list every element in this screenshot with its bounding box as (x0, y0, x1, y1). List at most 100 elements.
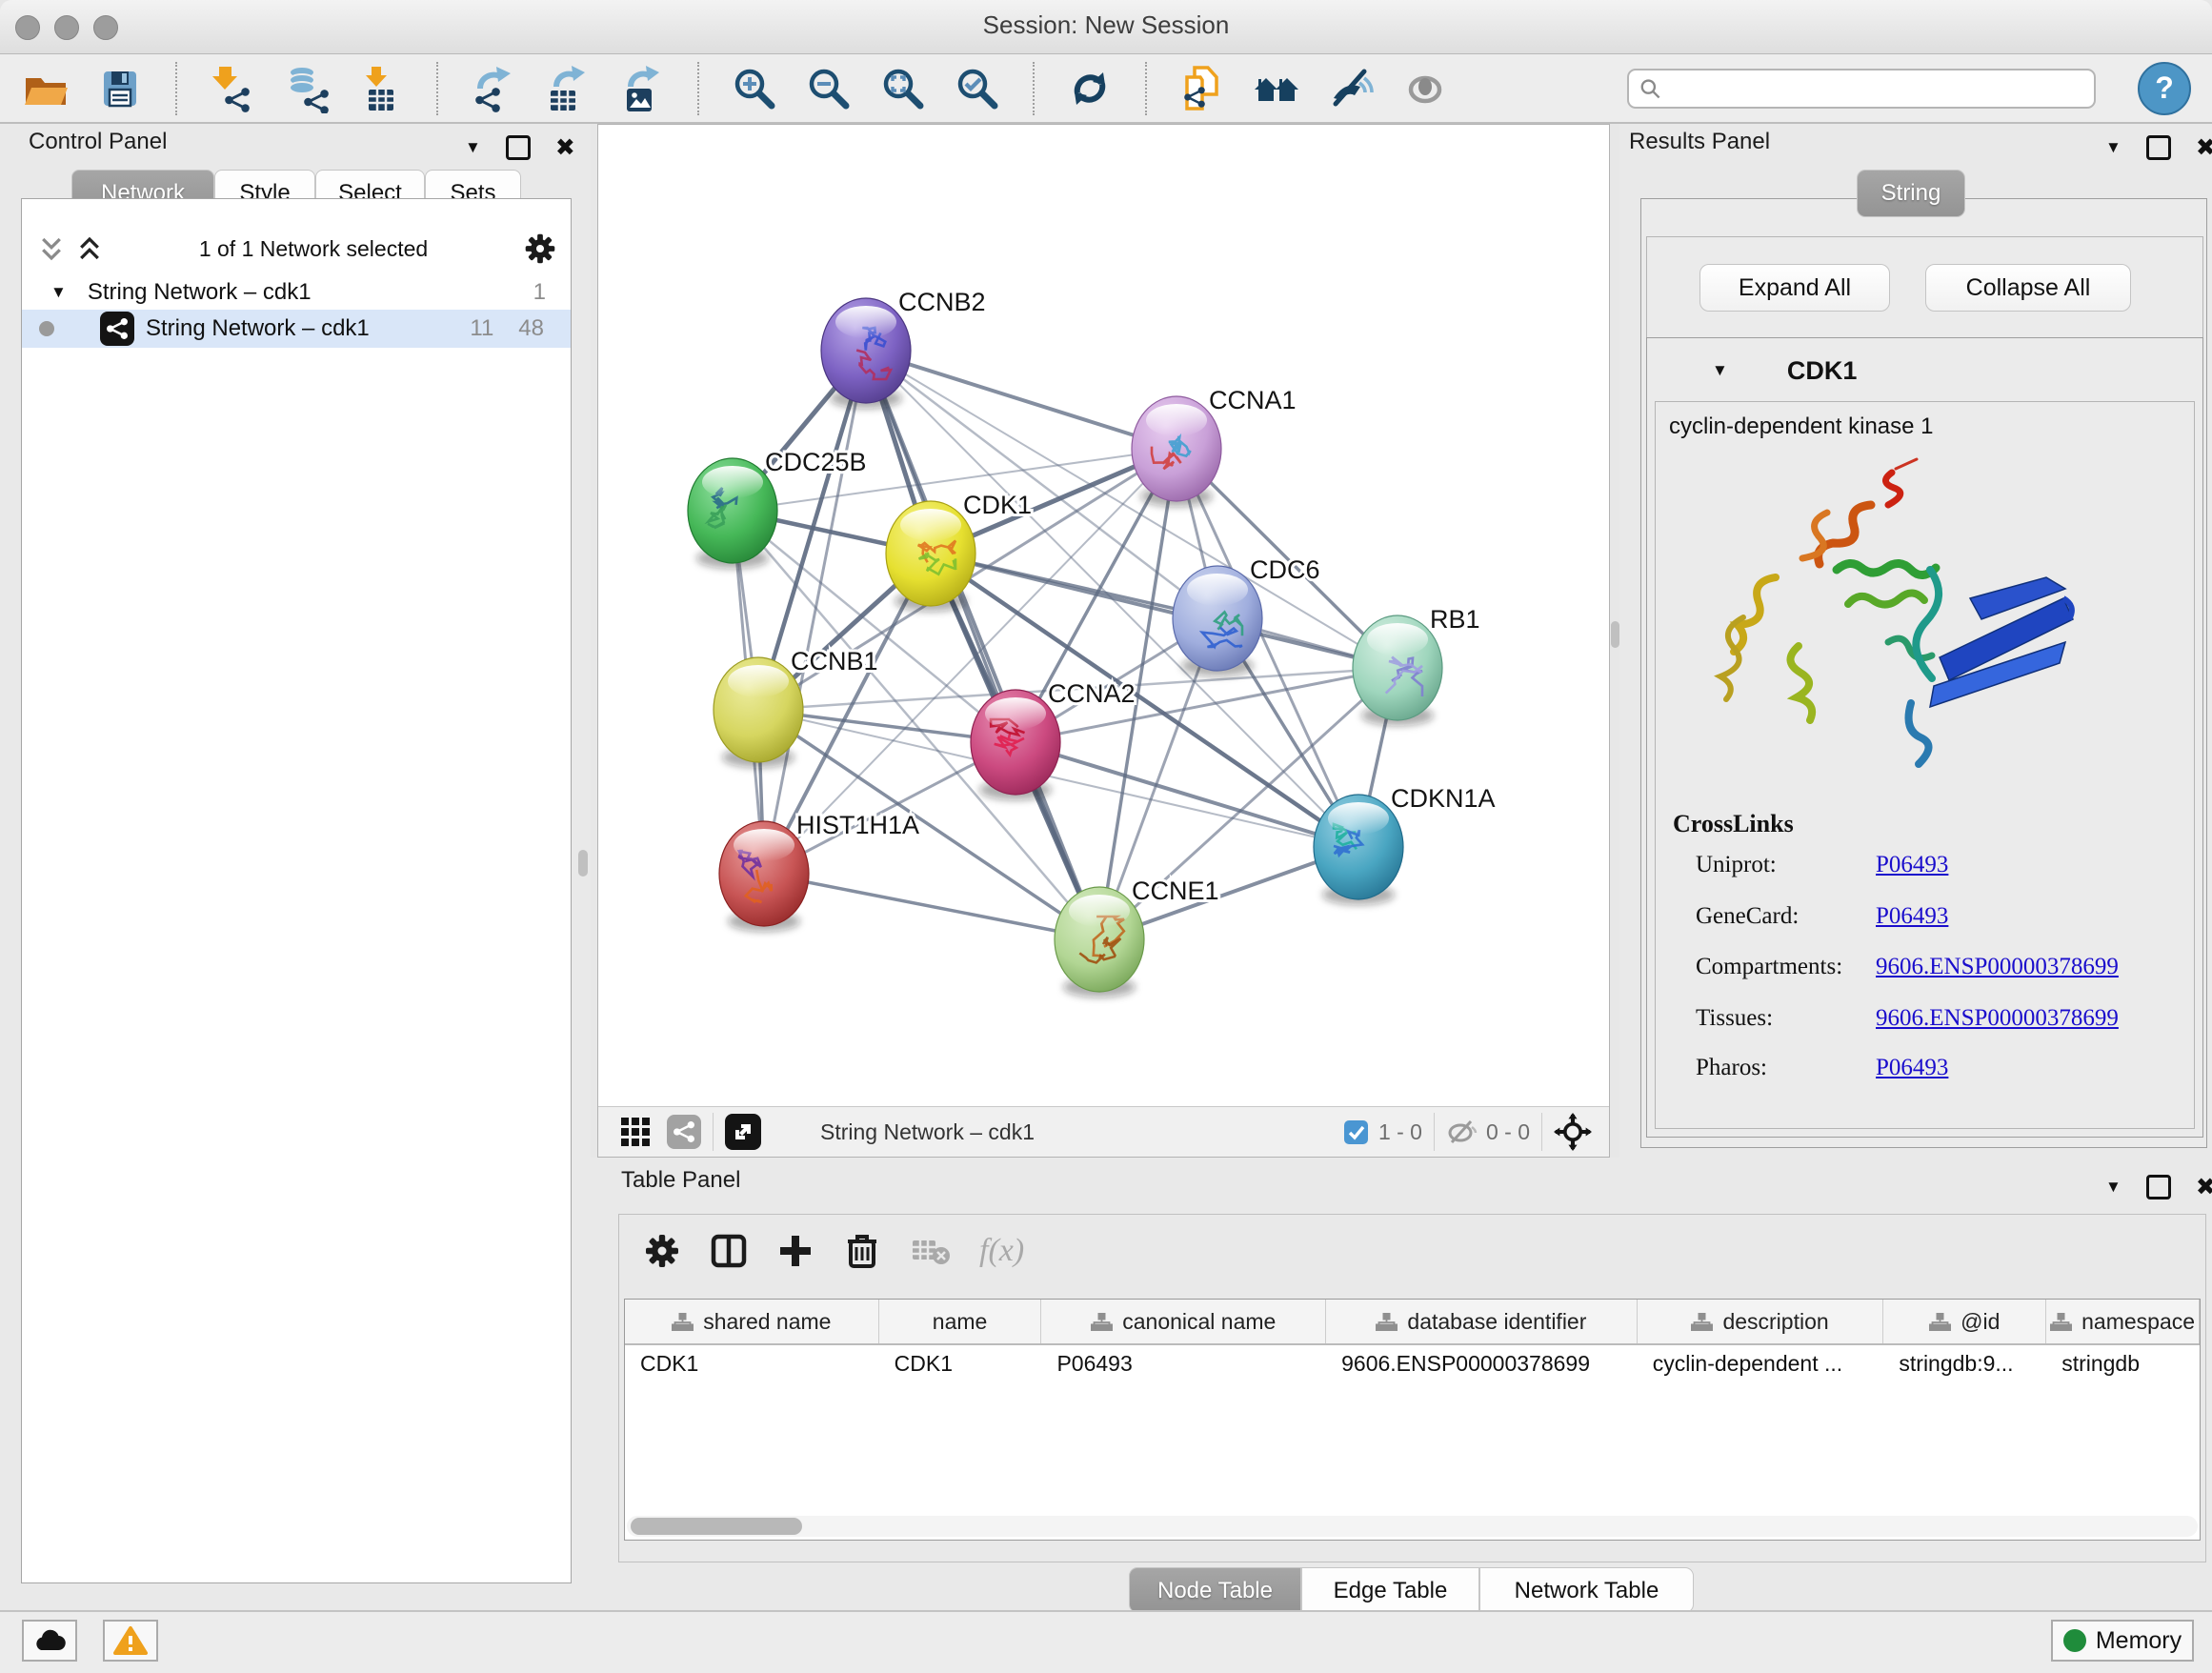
node-table[interactable]: shared namenamecanonical namedatabase id… (624, 1299, 2201, 1541)
table-cell[interactable]: cyclin-dependent ... (1638, 1345, 1884, 1381)
zoom-out-icon[interactable] (804, 64, 854, 113)
column-header-shared-name[interactable]: shared name (625, 1300, 879, 1343)
control-panel-title: Control Panel (29, 129, 167, 154)
panel-float-icon[interactable] (506, 135, 531, 160)
crosslink-link[interactable]: P06493 (1876, 852, 1948, 878)
collapse-arrow-icon[interactable]: ▼ (1712, 361, 1728, 380)
import-network-from-database-icon[interactable] (282, 64, 332, 113)
column-header-canonical-name[interactable]: canonical name (1041, 1300, 1326, 1343)
network-canvas[interactable]: CCNB2CCNA1CDC25BCDK1CDC6RB1CCNB1CCNA2CDK… (597, 124, 1610, 1158)
grid-view-icon[interactable] (619, 1116, 652, 1148)
results-panel: Results Panel ▼ ✖ String Expand All Coll… (1619, 124, 2212, 1158)
hidden-eye-icon[interactable] (1446, 1118, 1478, 1146)
panel-menu-icon[interactable]: ▼ (2105, 1178, 2122, 1197)
panel-close-icon[interactable]: ✖ (2196, 1178, 2212, 1197)
panel-menu-icon[interactable]: ▼ (2105, 138, 2122, 157)
panel-menu-icon[interactable]: ▼ (465, 138, 481, 157)
network-collection-row[interactable]: ▼ String Network – cdk1 1 (22, 275, 571, 310)
crosslink-link[interactable]: 9606.ENSP00000378699 (1876, 1005, 2119, 1032)
table-cell[interactable]: stringdb:9... (1883, 1345, 2046, 1381)
crosslinks-title: CrossLinks (1673, 810, 1794, 838)
network-row[interactable]: String Network – cdk1 11 48 (22, 310, 571, 348)
column-header-database-identifier[interactable]: database identifier (1326, 1300, 1638, 1343)
memory-button[interactable]: Memory (2051, 1620, 2194, 1662)
titlebar: Session: New Session (0, 0, 2212, 54)
export-network-icon[interactable] (469, 64, 518, 113)
crosslink-link[interactable]: P06493 (1876, 903, 1948, 930)
table-cell[interactable]: P06493 (1041, 1345, 1326, 1381)
open-session-icon[interactable] (21, 64, 70, 113)
tab-node-table[interactable]: Node Table (1129, 1567, 1301, 1613)
table-cell[interactable]: stringdb (2046, 1345, 2200, 1381)
zoom-selected-icon[interactable] (953, 64, 1002, 113)
scrollbar-thumb[interactable] (631, 1518, 802, 1535)
column-header-description[interactable]: description (1638, 1300, 1884, 1343)
panel-float-icon[interactable] (2146, 1175, 2171, 1199)
refresh-layout-icon[interactable] (1065, 64, 1115, 113)
node-table-box: f(x) shared namenamecanonical namedataba… (618, 1214, 2206, 1562)
panel-close-icon[interactable]: ✖ (2196, 138, 2212, 157)
hide-graphics-details-icon[interactable] (1326, 64, 1376, 113)
export-image-icon[interactable] (617, 64, 667, 113)
expand-all-button[interactable]: Expand All (1699, 264, 1890, 312)
show-columns-icon[interactable] (709, 1231, 749, 1271)
delete-column-icon[interactable] (842, 1231, 882, 1271)
delete-table-icon[interactable] (909, 1231, 953, 1271)
network-node-CDK1 (886, 501, 975, 606)
column-header--id[interactable]: @id (1883, 1300, 2046, 1343)
add-column-icon[interactable] (775, 1231, 815, 1271)
svg-text:CDC6: CDC6 (1250, 555, 1320, 584)
save-session-icon[interactable] (95, 64, 145, 113)
export-table-icon[interactable] (543, 64, 593, 113)
expand-all-icon[interactable] (37, 234, 66, 263)
share-document-icon[interactable] (1177, 64, 1227, 113)
function-builder-icon[interactable]: f(x) (979, 1233, 1024, 1269)
network-node-HIST1H1A (719, 821, 809, 926)
search-input[interactable] (1661, 74, 2084, 103)
splitter-handle[interactable] (578, 850, 588, 877)
zoom-in-icon[interactable] (730, 64, 779, 113)
detach-view-icon[interactable] (725, 1114, 761, 1150)
network-view-icon[interactable] (667, 1115, 701, 1149)
collapse-all-icon[interactable] (75, 234, 104, 263)
splitter-handle[interactable] (1611, 621, 1619, 648)
panel-close-icon[interactable]: ✖ (555, 138, 575, 157)
cloud-status-button[interactable] (22, 1620, 77, 1662)
tab-network-table[interactable]: Network Table (1479, 1567, 1694, 1613)
collapse-arrow-icon[interactable]: ▼ (50, 283, 67, 302)
table-cell[interactable]: CDK1 (879, 1345, 1042, 1381)
gear-icon[interactable] (523, 232, 557, 266)
crosslink-link[interactable]: 9606.ENSP00000378699 (1876, 954, 2119, 980)
panel-float-icon[interactable] (2146, 135, 2171, 160)
crosslink-label: Tissues: (1696, 1005, 1773, 1032)
network-list-box: 1 of 1 Network selected ▼ String Network… (21, 198, 572, 1583)
column-header-namespace[interactable]: namespace (2046, 1300, 2200, 1343)
help-button[interactable]: ? (2138, 62, 2191, 115)
import-network-from-file-icon[interactable] (208, 64, 257, 113)
crosslink-label: Uniprot: (1696, 852, 1777, 878)
network-node-CCNA2 (971, 690, 1060, 795)
selected-checkbox-icon[interactable] (1343, 1119, 1369, 1145)
crosslink-link[interactable]: P06493 (1876, 1055, 1948, 1081)
gene-description: cyclin-dependent kinase 1 (1669, 413, 1934, 440)
network-graph[interactable]: CCNB2CCNA1CDC25BCDK1CDC6RB1CCNB1CCNA2CDK… (598, 125, 1609, 1107)
warnings-button[interactable] (103, 1620, 158, 1662)
table-cell[interactable]: 9606.ENSP00000378699 (1326, 1345, 1638, 1381)
import-table-from-file-icon[interactable] (356, 64, 406, 113)
svg-text:CDK1: CDK1 (963, 491, 1032, 519)
table-cell[interactable]: CDK1 (625, 1345, 879, 1381)
collapse-all-button[interactable]: Collapse All (1925, 264, 2131, 312)
tab-string[interactable]: String (1857, 170, 1965, 217)
zoom-fit-icon[interactable] (878, 64, 928, 113)
table-settings-gear-icon[interactable] (642, 1231, 682, 1271)
search-field[interactable] (1627, 69, 2096, 109)
horizontal-scrollbar[interactable] (627, 1516, 2198, 1537)
show-graphics-details-icon[interactable] (1400, 64, 1450, 113)
network-overview-icon[interactable] (1252, 64, 1301, 113)
birds-eye-toggle-icon[interactable] (1554, 1113, 1592, 1151)
table-row[interactable]: CDK1CDK1P064939606.ENSP00000378699cyclin… (625, 1345, 2200, 1381)
svg-text:HIST1H1A: HIST1H1A (796, 811, 919, 839)
gene-section-header[interactable]: ▼ CDK1 (1647, 346, 2202, 395)
column-header-name[interactable]: name (879, 1300, 1042, 1343)
tab-edge-table[interactable]: Edge Table (1301, 1567, 1479, 1613)
